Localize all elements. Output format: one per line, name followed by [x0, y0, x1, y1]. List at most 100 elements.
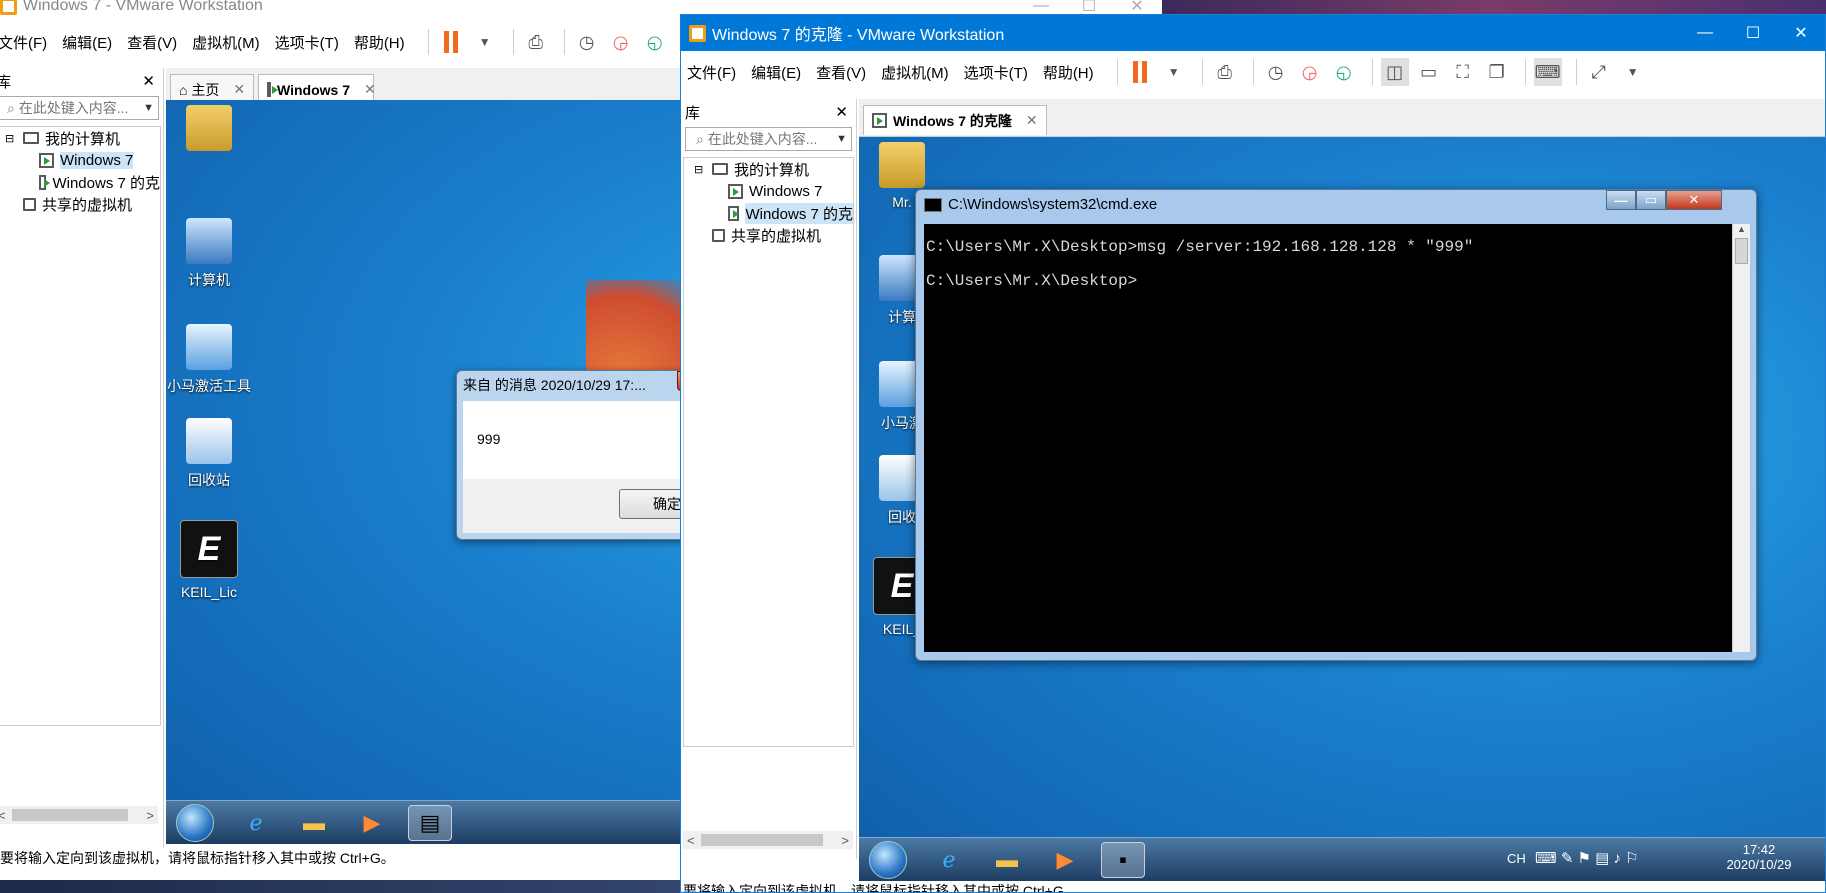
menu-vm[interactable]: 虚拟机(M)	[881, 62, 949, 83]
chevron-down-icon[interactable]: ▼	[143, 102, 154, 114]
collapse-icon[interactable]: ⊟	[694, 163, 706, 176]
task-window-icon[interactable]: ▤	[408, 805, 452, 841]
menu-view[interactable]: 查看(V)	[816, 62, 866, 83]
pause-icon[interactable]	[1126, 58, 1154, 86]
menu-file[interactable]: 文件(F)	[687, 62, 736, 83]
send-ctrl-alt-del-icon[interactable]: ⎙	[1211, 58, 1239, 86]
explorer-icon[interactable]: ▬	[985, 842, 1029, 878]
library-toggle-icon[interactable]: ◫	[1380, 58, 1409, 86]
menu-vm[interactable]: 虚拟机(M)	[192, 32, 260, 53]
explorer-icon[interactable]: ▬	[292, 805, 336, 841]
dropdown-arrow-icon[interactable]: ▼	[1619, 58, 1647, 86]
pause-icon[interactable]	[437, 28, 465, 56]
fullscreen-icon[interactable]: ⛶	[1449, 58, 1477, 86]
revert-snapshot-icon[interactable]: ◶	[607, 28, 635, 56]
tree-item-my-computer[interactable]: ⊟ 我的计算机	[0, 127, 160, 149]
tree-item-windows7-clone[interactable]: Windows 7 的克	[684, 202, 853, 224]
tree-item-windows7[interactable]: Windows 7	[0, 149, 160, 171]
collapse-icon[interactable]: ⊟	[5, 132, 17, 145]
minimize-button[interactable]: —	[1681, 15, 1729, 51]
tray-clock[interactable]: 17:42 2020/10/29	[1715, 842, 1803, 872]
cmd-scrollbar[interactable]: ▲	[1732, 224, 1750, 652]
desktop-icon-user[interactable]	[166, 105, 254, 157]
scroll-right-icon[interactable]: >	[841, 833, 849, 848]
library-search-input[interactable]: ⌕ 在此处键入内容... ▼	[685, 127, 852, 151]
menu-tabs[interactable]: 选项卡(T)	[964, 62, 1028, 83]
tree-item-shared-vms[interactable]: 共享的虚拟机	[0, 193, 160, 215]
toolbar-separator	[1371, 59, 1373, 85]
status-bar: 要将输入定向到该虚拟机，请将鼠标指针移入其中或按 Ctrl+G。	[0, 850, 395, 866]
close-library-icon[interactable]: ✕	[142, 72, 155, 90]
cmd-maximize-button[interactable]: ▭	[1636, 190, 1666, 210]
toolbar-separator	[427, 29, 429, 55]
library-search-input[interactable]: ⌕ 在此处键入内容... ▼	[0, 96, 159, 120]
desktop-icon-recycle-bin[interactable]: 回收站	[166, 418, 254, 490]
snapshot-manager-icon[interactable]: ◵	[1330, 58, 1358, 86]
close-tab-icon[interactable]: ✕	[1026, 112, 1038, 129]
home-icon: ⌂	[179, 81, 188, 98]
cmd-taskbar-icon[interactable]: ▪	[1101, 842, 1145, 878]
media-player-icon[interactable]: ▶	[350, 805, 394, 841]
library-title: 库	[685, 104, 701, 122]
stretch-icon[interactable]: ⤢	[1585, 58, 1613, 86]
dropdown-arrow-icon[interactable]: ▼	[471, 28, 499, 56]
tree-item-windows7-clone[interactable]: Windows 7 的克	[0, 171, 160, 193]
library-tree: ⊟ 我的计算机 Windows 7 Windows 7 的克 共享的虚拟机	[683, 157, 854, 747]
cmd-title: C:\Windows\system32\cmd.exe	[948, 196, 1158, 213]
tree-item-shared-vms[interactable]: 共享的虚拟机	[684, 224, 853, 246]
close-tab-icon[interactable]: ✕	[233, 81, 245, 98]
desktop-icon-computer[interactable]: 计算机	[166, 218, 254, 290]
start-orb-icon[interactable]	[176, 804, 214, 842]
tray-language[interactable]: CH	[1507, 851, 1526, 866]
desktop-icon-activator[interactable]: 小马激活工具	[166, 324, 254, 396]
tray-icons[interactable]: ⌨ ✎ ⚑ ▤ ♪ ⚐	[1535, 849, 1639, 867]
console-view-icon[interactable]: ⌨	[1533, 58, 1562, 86]
menu-help[interactable]: 帮助(H)	[354, 32, 405, 53]
snapshot-icon[interactable]: ◷	[1262, 58, 1290, 86]
vm-icon	[728, 205, 740, 221]
close-library-icon[interactable]: ✕	[835, 103, 848, 121]
menu-help[interactable]: 帮助(H)	[1043, 62, 1094, 83]
maximize-button[interactable]: ☐	[1729, 15, 1777, 51]
scroll-thumb[interactable]	[1735, 238, 1748, 264]
send-ctrl-alt-del-icon[interactable]: ⎙	[522, 28, 550, 56]
tab-windows7-clone[interactable]: Windows 7 的克隆 ✕	[863, 105, 1047, 135]
start-orb-icon[interactable]	[869, 841, 907, 879]
scroll-left-icon[interactable]: <	[687, 833, 695, 848]
unity-icon[interactable]: ❐	[1483, 58, 1511, 86]
menu-tabs[interactable]: 选项卡(T)	[275, 32, 339, 53]
library-hscrollbar[interactable]: < >	[0, 806, 158, 824]
cmd-minimize-button[interactable]: —	[1606, 190, 1636, 210]
close-button[interactable]: ✕	[1777, 15, 1825, 51]
cmd-window[interactable]: C:\Windows\system32\cmd.exe — ▭ ✕ C:\Use…	[915, 189, 1757, 661]
cmd-close-button[interactable]: ✕	[1666, 190, 1722, 210]
menu-file[interactable]: 文件(F)	[0, 32, 47, 53]
thumbnail-bar-icon[interactable]: ▭	[1415, 58, 1443, 86]
media-player-icon[interactable]: ▶	[1043, 842, 1087, 878]
snapshot-icon[interactable]: ◷	[573, 28, 601, 56]
desktop-icon-keil[interactable]: E KEIL_Lic	[166, 520, 254, 600]
tree-item-windows7[interactable]: Windows 7	[684, 180, 853, 202]
cmd-line-1: C:\Users\Mr.X\Desktop>msg /server:192.16…	[926, 238, 1474, 256]
scroll-left-icon[interactable]: <	[0, 808, 6, 823]
scroll-up-icon[interactable]: ▲	[1733, 224, 1750, 234]
scroll-thumb[interactable]	[12, 809, 128, 821]
ie-icon[interactable]: ℯ	[927, 842, 971, 878]
menu-view[interactable]: 查看(V)	[127, 32, 177, 53]
dropdown-arrow-icon[interactable]: ▼	[1160, 58, 1188, 86]
menu-edit[interactable]: 编辑(E)	[62, 32, 112, 53]
guest-desktop[interactable]: Mr. 计算 小马激 回收 E KEIL_ C:\Windows\system32…	[859, 137, 1825, 881]
scroll-thumb[interactable]	[701, 834, 823, 846]
library-hscrollbar[interactable]: < >	[683, 831, 853, 849]
snapshot-manager-icon[interactable]: ◵	[641, 28, 669, 56]
close-tab-icon[interactable]: ✕	[364, 81, 376, 98]
ie-icon[interactable]: ℯ	[234, 805, 278, 841]
toolbar-separator	[1116, 59, 1118, 85]
cmd-console[interactable]: C:\Users\Mr.X\Desktop>msg /server:192.16…	[924, 224, 1732, 652]
revert-snapshot-icon[interactable]: ◶	[1296, 58, 1324, 86]
search-icon: ⌕	[7, 100, 15, 116]
scroll-right-icon[interactable]: >	[146, 808, 154, 823]
chevron-down-icon[interactable]: ▼	[836, 133, 847, 145]
menu-edit[interactable]: 编辑(E)	[751, 62, 801, 83]
tree-item-my-computer[interactable]: ⊟ 我的计算机	[684, 158, 853, 180]
